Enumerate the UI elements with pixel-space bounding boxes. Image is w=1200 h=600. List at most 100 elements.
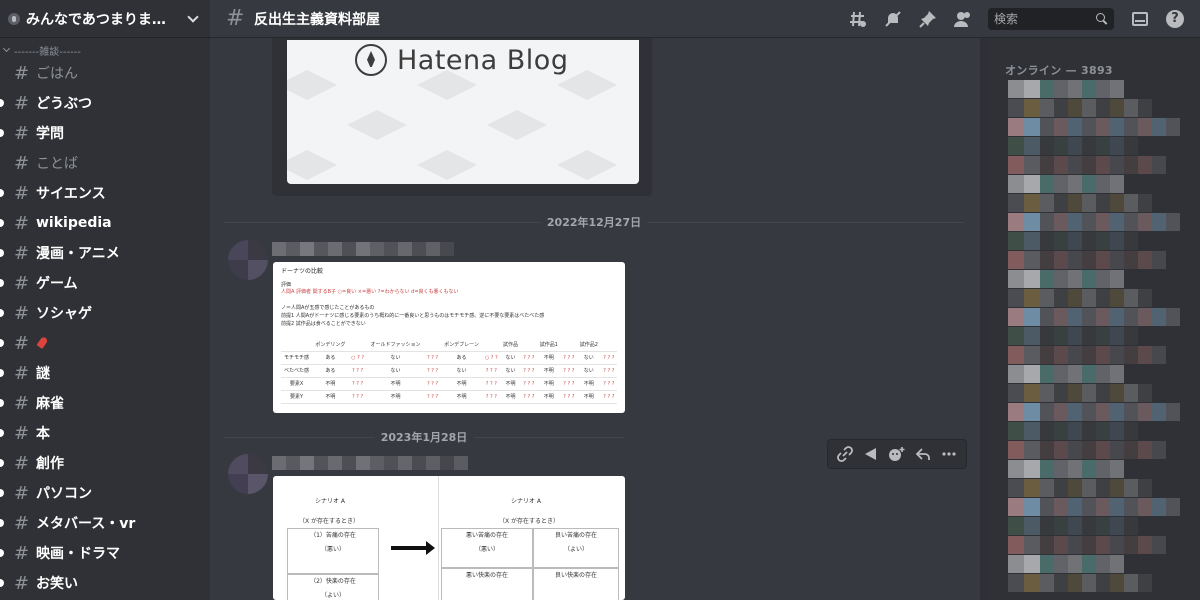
member-item[interactable] <box>1008 327 1138 345</box>
table-cell: ? ? ? <box>520 351 537 365</box>
search-input[interactable]: 検索 <box>988 7 1114 30</box>
hash-icon: # <box>14 332 30 354</box>
threads-icon[interactable] <box>848 9 868 29</box>
member-item[interactable] <box>1008 498 1180 516</box>
members-icon[interactable] <box>953 9 973 29</box>
member-item[interactable] <box>1008 270 1124 288</box>
channel-item[interactable]: # ゲーム <box>0 268 210 298</box>
channel-item[interactable]: # どうぶつ <box>0 88 210 118</box>
member-item[interactable] <box>1008 422 1138 440</box>
channel-item[interactable]: # ソシャゲ <box>0 298 210 328</box>
channel-item[interactable]: # サイエンス <box>0 178 210 208</box>
member-item[interactable] <box>1008 479 1152 497</box>
member-item[interactable] <box>1008 289 1152 307</box>
avatar[interactable] <box>228 240 268 280</box>
unread-indicator <box>0 279 4 287</box>
channel-item[interactable]: # ごはん <box>0 58 210 88</box>
table-cell: ? ? ? <box>600 351 617 365</box>
member-item[interactable] <box>1008 80 1124 98</box>
hash-icon: # <box>226 6 245 31</box>
server-header[interactable]: みんなであつまりま… <box>0 0 210 38</box>
hash-icon: # <box>14 512 30 534</box>
link-icon[interactable] <box>834 443 856 465</box>
table-header-cell <box>600 338 617 352</box>
pen-logo-icon <box>355 44 387 76</box>
pin-icon[interactable] <box>918 9 938 29</box>
server-name[interactable]: みんなであつまりま… <box>26 9 186 29</box>
message-scrollbar[interactable] <box>980 38 990 600</box>
member-item[interactable] <box>1008 137 1138 155</box>
channel-item[interactable]: # 謎 <box>0 358 210 388</box>
member-item[interactable] <box>1008 213 1180 231</box>
author-name[interactable] <box>272 456 468 470</box>
unread-indicator <box>0 399 4 407</box>
member-item[interactable] <box>1008 555 1124 573</box>
add-reaction-icon[interactable] <box>886 443 908 465</box>
channel-item[interactable]: # wikipedia <box>0 208 210 238</box>
channel-item[interactable]: # 学問 <box>0 118 210 148</box>
attachment-image[interactable]: シナリオ A （X が存在するとき） （1）苦痛の存在 （悪い） （2）快楽の存… <box>273 476 625 600</box>
notification-muted-icon[interactable] <box>883 9 903 29</box>
channel-item[interactable]: # <box>0 328 210 358</box>
avatar[interactable] <box>228 454 268 494</box>
table-cell: ない <box>440 364 483 378</box>
unread-indicator <box>0 369 4 377</box>
member-item[interactable] <box>1008 308 1180 326</box>
inbox-icon[interactable] <box>1130 9 1150 29</box>
chevron-down-icon[interactable] <box>186 12 200 26</box>
channel-item[interactable]: # ことば <box>0 148 210 178</box>
unread-indicator <box>0 249 4 257</box>
channel-title: 反出生主義資料部屋 <box>254 11 380 28</box>
doc-title: ドーナツの比較 <box>281 268 324 275</box>
channel-item[interactable]: # 漫画・アニメ <box>0 238 210 268</box>
member-item[interactable] <box>1008 403 1180 421</box>
attachment-image[interactable]: ドーナツの比較 評価 人間A 評価者 関するB子 ○=良い ×=悪い ?=わから… <box>273 262 625 413</box>
channel-item[interactable]: # 映画・ドラマ <box>0 538 210 568</box>
embed-image[interactable]: Hatena Blog <box>287 40 639 184</box>
date-divider-label: 2022年12月27日 <box>540 214 648 230</box>
member-item[interactable] <box>1008 365 1124 383</box>
member-item[interactable] <box>1008 346 1166 364</box>
member-item[interactable] <box>1008 517 1138 535</box>
member-item[interactable] <box>1008 536 1166 554</box>
author-name[interactable] <box>272 242 454 256</box>
scenario-subheading: （X が存在するとき） <box>299 518 360 525</box>
doc-legend-label: 評価 <box>281 282 292 288</box>
hash-icon: # <box>14 62 30 84</box>
more-icon[interactable] <box>938 443 960 465</box>
member-item[interactable] <box>1008 118 1180 136</box>
channel-list: # ごはん # どうぶつ # 学問 # ことば # サイエンス # wikipedia # 漫画・アニメ #… <box>0 58 210 598</box>
unread-indicator <box>0 99 4 107</box>
member-item[interactable] <box>1008 156 1166 174</box>
help-icon[interactable]: ? <box>1165 9 1185 29</box>
channel-item[interactable]: # 本 <box>0 418 210 448</box>
table-header-cell: 試作品 <box>500 338 521 352</box>
channel-category[interactable]: -------雑談------ <box>0 42 210 58</box>
unread-indicator <box>0 189 4 197</box>
member-item[interactable] <box>1008 251 1166 269</box>
table-cell: ない <box>576 351 601 365</box>
table-cell: ない <box>500 364 521 378</box>
table-cell: 要素Y <box>281 390 313 404</box>
member-item[interactable] <box>1008 194 1152 212</box>
member-item[interactable] <box>1008 574 1152 592</box>
reply-icon[interactable] <box>912 443 934 465</box>
table-cell: ? ? ? <box>424 390 441 404</box>
message-list[interactable]: Hatena Blog 2022年12月27日 ドーナツの比較 評価 人間A 評… <box>210 38 980 600</box>
channel-item[interactable]: # 麻雀 <box>0 388 210 418</box>
channel-item[interactable]: # メタバース・vr <box>0 508 210 538</box>
member-item[interactable] <box>1008 232 1138 250</box>
channel-item[interactable]: # 創作 <box>0 448 210 478</box>
hash-icon: # <box>14 392 30 414</box>
member-item[interactable] <box>1008 460 1124 478</box>
table-cell: ない <box>366 364 425 378</box>
hash-icon: # <box>14 572 30 594</box>
member-item[interactable] <box>1008 441 1166 459</box>
channel-item[interactable]: # パソコン <box>0 478 210 508</box>
member-item[interactable] <box>1008 175 1124 193</box>
table-cell: ? ? ? <box>520 390 537 404</box>
member-item[interactable] <box>1008 99 1152 117</box>
member-item[interactable] <box>1008 384 1152 402</box>
react-flag-icon[interactable] <box>860 443 882 465</box>
channel-item[interactable]: # お笑い <box>0 568 210 598</box>
